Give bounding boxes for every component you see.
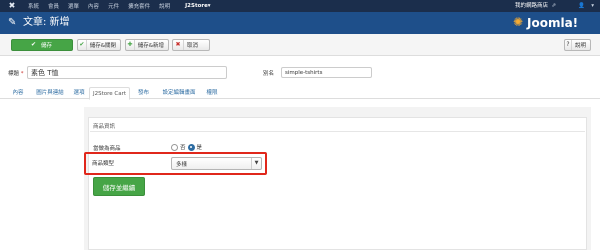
- menu-help[interactable]: 說明: [159, 2, 170, 10]
- section-title: 商品資訊: [93, 124, 116, 130]
- radio-no[interactable]: [171, 143, 178, 151]
- save-button[interactable]: ✔ 儲存: [11, 39, 73, 51]
- alias-input[interactable]: simple-tshirts: [281, 67, 372, 78]
- cancel-icon: ✖: [173, 40, 184, 50]
- save-new-label: 儲存&新增: [137, 43, 164, 49]
- help-button[interactable]: ? 說明: [564, 39, 591, 51]
- required-marker: *: [20, 71, 24, 77]
- cancel-label: 取消: [187, 43, 199, 49]
- menu-components[interactable]: 元件: [108, 2, 119, 10]
- save-label: 儲存: [40, 43, 52, 49]
- caret-down-icon: ▼: [251, 158, 261, 169]
- save-close-button[interactable]: ✔ 儲存&關閉: [77, 39, 121, 51]
- alias-label: 別名: [263, 71, 275, 77]
- menu-extensions[interactable]: 擴充套件: [128, 2, 150, 10]
- toolbar: ✔ 儲存 ✔ 儲存&關閉 ✚ 儲存&新增 ✖ 取消 ? 說明: [0, 34, 600, 56]
- tab-j2store-cart[interactable]: J2Store Cart: [89, 87, 130, 100]
- site-link[interactable]: 我的網路商店: [515, 0, 548, 12]
- tab-permissions[interactable]: 權限: [203, 87, 221, 99]
- caret-down-icon[interactable]: ▾: [591, 0, 594, 12]
- check-icon: ✔: [78, 40, 87, 50]
- product-type-value: 多樣: [176, 161, 188, 168]
- save-close-label: 儲存&關閉: [89, 43, 116, 49]
- save-new-button[interactable]: ✚ 儲存&新增: [125, 39, 169, 51]
- menu-j2store[interactable]: J2Store▾: [185, 3, 210, 9]
- cancel-button[interactable]: ✖ 取消: [172, 39, 210, 51]
- tab-content[interactable]: 內容: [6, 87, 30, 99]
- tab-publishing[interactable]: 發布: [133, 87, 154, 99]
- pencil-icon: ✎: [8, 17, 17, 28]
- menu-content[interactable]: 內容: [88, 2, 99, 10]
- menu-system[interactable]: 系統: [28, 2, 39, 10]
- menu-users[interactable]: 會員: [48, 2, 59, 10]
- user-icon[interactable]: 👤: [578, 0, 585, 12]
- save-continue-button[interactable]: 儲存並繼續: [93, 177, 145, 196]
- tab-editor-config[interactable]: 設定編輯畫面: [157, 87, 201, 99]
- plus-icon: ✚: [126, 40, 135, 50]
- tab-bar: 內容 圖片與連結 選項 J2Store Cart 發布 設定編輯畫面 權限: [0, 87, 600, 100]
- joomla-logo-icon[interactable]: ✖: [7, 1, 17, 11]
- tab-images-links[interactable]: 圖片與連結: [32, 87, 68, 99]
- brand-name: Joomla!: [527, 16, 579, 30]
- app-window: ✖ 系統 會員 選單 內容 元件 擴充套件 說明 J2Store▾ 我的網路商店…: [0, 0, 600, 250]
- question-icon: ?: [565, 40, 572, 50]
- menu-menus[interactable]: 選單: [68, 2, 79, 10]
- joomla-brand-icon: ✺: [513, 15, 524, 29]
- external-link-icon: ⇗: [551, 3, 556, 9]
- product-type-label: 商品類型: [92, 161, 115, 167]
- caret-down-icon: ▾: [207, 3, 211, 9]
- menu-j2store-label: J2Store: [185, 3, 208, 9]
- divider: [90, 131, 585, 132]
- radio-no-label: 否: [180, 145, 186, 151]
- page-header: ✎ 文章: 新增 ✺ Joomla!: [0, 12, 600, 34]
- admin-menu: 系統 會員 選單 內容 元件 擴充套件 說明 J2Store▾: [28, 0, 211, 12]
- title-input[interactable]: 素色 T恤: [27, 66, 227, 79]
- check-icon: ✔: [30, 41, 36, 48]
- tab-options[interactable]: 選項: [70, 87, 88, 99]
- product-type-select[interactable]: 多樣 ▼: [171, 157, 262, 170]
- admin-menubar: ✖ 系統 會員 選單 內容 元件 擴充套件 說明 J2Store▾ 我的網路商店…: [0, 0, 600, 12]
- help-label: 說明: [574, 43, 586, 49]
- page-title: 文章: 新增: [23, 17, 70, 28]
- title-label-text: 標題: [8, 71, 20, 77]
- treat-as-product-radio-group: 否 是: [171, 143, 202, 151]
- treat-as-product-label: 當做為商品: [93, 146, 121, 152]
- product-info-panel: [88, 117, 587, 250]
- radio-yes[interactable]: [187, 143, 195, 151]
- title-label: 標題 *: [8, 69, 24, 77]
- radio-yes-label: 是: [196, 145, 203, 151]
